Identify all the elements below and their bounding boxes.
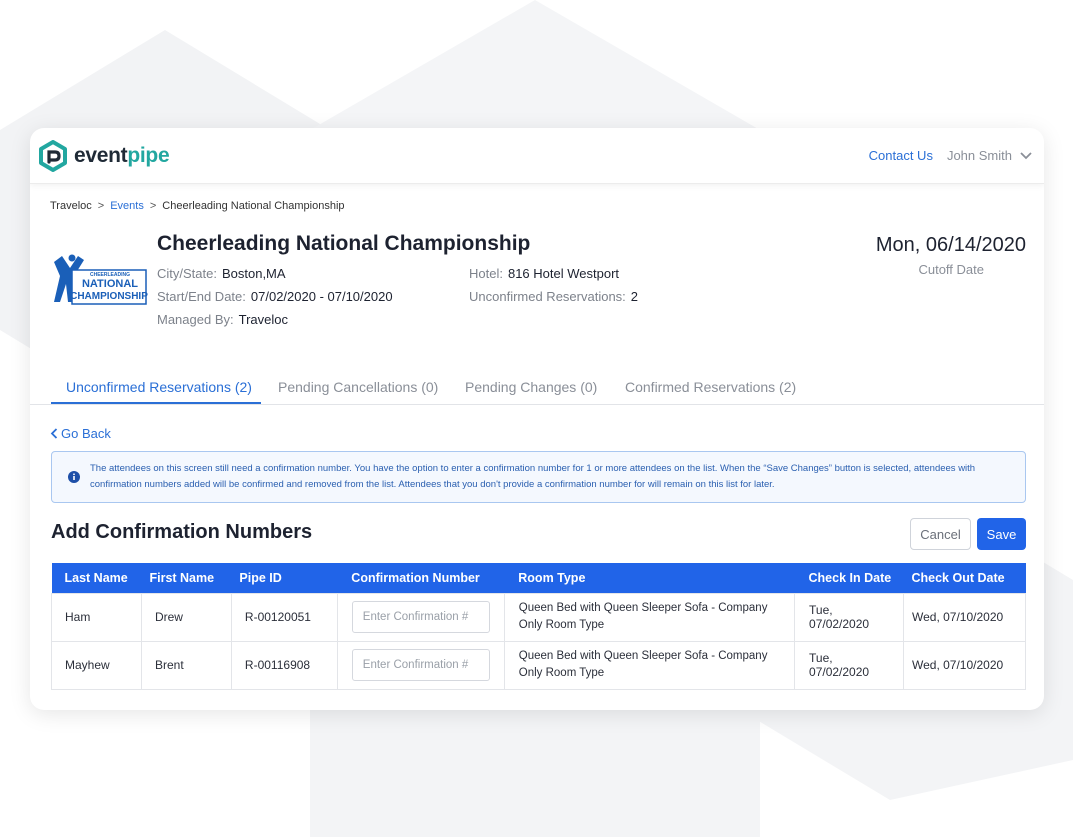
event-title: Cheerleading National Championship [157, 232, 531, 255]
event-logo: CHEERLEADING NATIONAL CHAMPIONSHIP [54, 254, 148, 305]
cell-room-type: Queen Bed with Queen Sleeper Sofa - Comp… [503, 640, 796, 690]
cell-pipe-id: R-00120051 [230, 592, 338, 642]
eventpipe-logo[interactable]: eventpipe [38, 139, 170, 172]
breadcrumb-current-event: Cheerleading National Championship [162, 200, 345, 212]
save-button[interactable]: Save [977, 518, 1026, 550]
cell-check-in: Tue, 07/02/2020 [794, 640, 904, 690]
cell-first-name: Brent [140, 640, 232, 690]
cell-first-name: Drew [140, 592, 232, 642]
cell-check-out: Wed, 07/10/2020 [902, 592, 1027, 642]
cell-check-in: Tue, 07/02/2020 [794, 592, 904, 642]
brand-name-part1: event [74, 143, 128, 167]
brand-name-part2: pipe [127, 143, 170, 167]
table-row: Ham Drew R-00120051 Queen Bed with Queen… [51, 592, 1027, 642]
contact-us-link[interactable]: Contact Us [869, 148, 933, 163]
table-row: Mayhew Brent R-00116908 Queen Bed with Q… [51, 640, 1027, 690]
active-tab-indicator [51, 402, 261, 404]
top-navigation-bar: eventpipe Contact Us John Smith [30, 128, 1044, 184]
table-header-row: Last Name First Name Pipe ID Confirmatio… [51, 563, 1026, 593]
header-room-type: Room Type [504, 563, 795, 593]
breadcrumb-separator-icon: > [97, 200, 105, 212]
info-icon [68, 471, 80, 483]
header-last-name: Last Name [51, 563, 142, 593]
breadcrumb-events[interactable]: Events [110, 200, 144, 212]
meta-hotel: Hotel: 816 Hotel Westport [469, 266, 619, 281]
info-banner: The attendees on this screen still need … [51, 451, 1026, 503]
cancel-button[interactable]: Cancel [910, 518, 971, 550]
reservation-tabs: Unconfirmed Reservations (2) Pending Can… [30, 376, 1044, 405]
chevron-left-icon [50, 428, 58, 439]
event-logo-line2: NATIONAL [82, 278, 138, 290]
section-title: Add Confirmation Numbers [51, 521, 313, 543]
cell-confirmation [336, 592, 505, 642]
tab-confirmed-reservations[interactable]: Confirmed Reservations (2) [625, 379, 796, 395]
main-card: eventpipe Contact Us John Smith Traveloc… [30, 128, 1044, 710]
cutoff-date-block: Mon, 06/14/2020 Cutoff Date [876, 234, 1026, 277]
cell-room-type: Queen Bed with Queen Sleeper Sofa - Comp… [503, 592, 796, 642]
cell-check-out: Wed, 07/10/2020 [902, 640, 1027, 690]
cell-last-name: Ham [51, 592, 142, 642]
unconfirmed-count: 2 [630, 289, 639, 304]
header-confirmation-number: Confirmation Number [337, 563, 505, 593]
hotel-value: 816 Hotel Westport [507, 266, 620, 281]
managed-by-label: Managed By: [157, 312, 234, 327]
cutoff-date-label: Cutoff Date [918, 262, 984, 277]
header-first-name: First Name [141, 563, 232, 593]
hotel-label: Hotel: [469, 266, 503, 281]
breadcrumb-traveloc[interactable]: Traveloc [50, 200, 92, 212]
breadcrumb: Traveloc > Events > Cheerleading Nationa… [50, 200, 345, 212]
cell-last-name: Mayhew [51, 640, 142, 690]
info-message: The attendees on this screen still need … [90, 463, 976, 490]
meta-dates: Start/End Date: 07/02/2020 - 07/10/2020 [157, 289, 393, 304]
confirmation-number-input[interactable] [351, 601, 490, 633]
chevron-down-icon [1020, 151, 1032, 159]
meta-unconfirmed: Unconfirmed Reservations: 2 [469, 289, 638, 304]
cutoff-date: Mon, 06/14/2020 [875, 234, 1026, 256]
unconfirmed-label: Unconfirmed Reservations: [469, 289, 626, 304]
eventpipe-wordmark: eventpipe [74, 143, 170, 168]
eventpipe-logo-icon [39, 139, 67, 172]
tab-pending-cancellations[interactable]: Pending Cancellations (0) [278, 379, 438, 395]
meta-managed-by: Managed By: Traveloc [157, 312, 288, 327]
meta-city-state: City/State: Boston,MA [157, 266, 286, 281]
user-menu[interactable]: John Smith [947, 148, 1032, 163]
reservations-table: Last Name First Name Pipe ID Confirmatio… [51, 563, 1027, 690]
city-state-label: City/State: [157, 266, 217, 281]
tab-unconfirmed-reservations[interactable]: Unconfirmed Reservations (2) [66, 379, 252, 395]
breadcrumb-separator-icon: > [149, 200, 157, 212]
header-pipe-id: Pipe ID [231, 563, 338, 593]
cell-confirmation [336, 640, 505, 690]
header-check-in-date: Check In Date [794, 563, 904, 593]
user-name: John Smith [946, 148, 1012, 163]
dates-value: 07/02/2020 - 07/10/2020 [250, 289, 393, 304]
tab-pending-changes[interactable]: Pending Changes (0) [465, 379, 597, 395]
go-back-link[interactable]: Go Back [50, 426, 111, 441]
city-state-value: Boston,MA [221, 266, 286, 281]
managed-by-value: Traveloc [238, 312, 288, 327]
confirmation-number-input[interactable] [351, 649, 490, 681]
go-back-label: Go Back [61, 426, 111, 441]
dates-label: Start/End Date: [157, 289, 246, 304]
header-check-out-date: Check Out Date [903, 563, 1026, 593]
cell-pipe-id: R-00116908 [230, 640, 338, 690]
event-logo-line3: CHAMPIONSHIP [70, 291, 148, 302]
